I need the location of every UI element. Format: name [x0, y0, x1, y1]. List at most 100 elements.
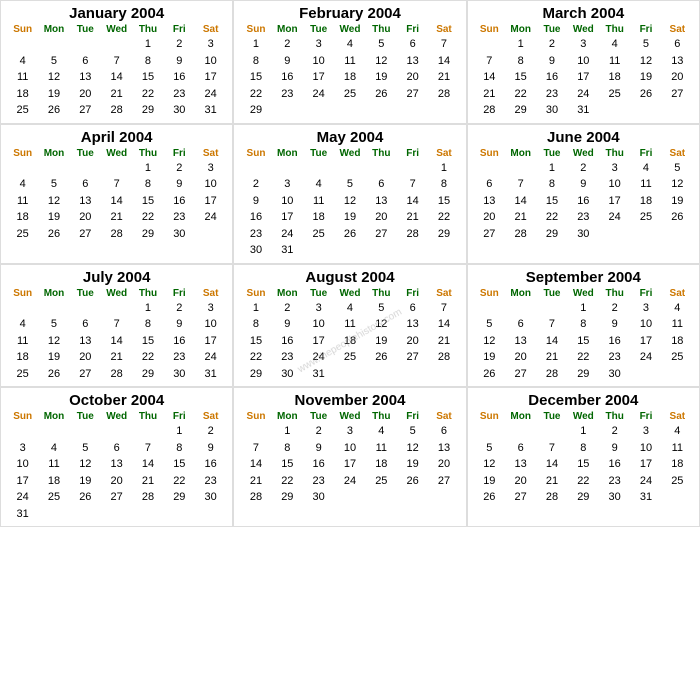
day-cell: 18	[662, 456, 693, 473]
day-cell: 20	[474, 209, 505, 226]
day-cell: 4	[303, 176, 334, 193]
day-cell: 23	[272, 349, 303, 366]
day-header-sun: Sun	[474, 288, 505, 299]
day-cell: 17	[303, 69, 334, 86]
day-cell	[366, 242, 397, 259]
day-header-sat: Sat	[195, 411, 226, 422]
day-cell: 29	[132, 102, 163, 119]
day-cell: 11	[630, 176, 661, 193]
day-cell	[397, 242, 428, 259]
day-cell: 9	[599, 316, 630, 333]
day-header-wed: Wed	[568, 288, 599, 299]
day-cell: 28	[240, 489, 271, 506]
day-cell: 28	[101, 102, 132, 119]
month-title: April 2004	[7, 129, 226, 146]
day-cell: 13	[70, 193, 101, 210]
day-cell: 4	[599, 36, 630, 53]
day-cell	[397, 102, 428, 119]
day-cell: 19	[366, 69, 397, 86]
day-cell: 6	[474, 176, 505, 193]
day-cell: 22	[164, 473, 195, 490]
day-cell: 19	[38, 349, 69, 366]
day-cell: 9	[568, 176, 599, 193]
day-cell	[70, 506, 101, 523]
day-cell: 23	[195, 473, 226, 490]
day-cell: 6	[70, 316, 101, 333]
day-cell: 5	[38, 176, 69, 193]
day-cell	[240, 160, 271, 177]
day-cell: 11	[662, 440, 693, 457]
day-cell: 27	[428, 473, 459, 490]
day-cell: 8	[568, 440, 599, 457]
day-cell: 7	[428, 300, 459, 317]
day-cell: 30	[272, 366, 303, 383]
day-cell: 16	[568, 193, 599, 210]
day-cell: 31	[195, 102, 226, 119]
month-block: July 2004SunMonTueWedThuFriSat1234567891…	[0, 264, 233, 388]
day-cell: 21	[240, 473, 271, 490]
day-cell: 26	[38, 102, 69, 119]
day-cell: 29	[428, 226, 459, 243]
day-header-wed: Wed	[568, 411, 599, 422]
month-title: May 2004	[240, 129, 459, 146]
day-cell: 25	[334, 349, 365, 366]
day-cell: 10	[195, 53, 226, 70]
day-cell: 13	[397, 316, 428, 333]
day-cell: 1	[240, 300, 271, 317]
day-cell: 9	[164, 176, 195, 193]
day-cell: 17	[7, 473, 38, 490]
day-cell: 31	[630, 489, 661, 506]
day-cell: 23	[164, 86, 195, 103]
day-cell: 10	[272, 193, 303, 210]
day-cell: 16	[599, 456, 630, 473]
day-cell: 12	[366, 53, 397, 70]
month-block: June 2004SunMonTueWedThuFriSat1234567891…	[467, 124, 700, 264]
day-cell: 11	[7, 333, 38, 350]
month-title: November 2004	[240, 392, 459, 409]
day-cell: 18	[7, 86, 38, 103]
day-header-thu: Thu	[366, 24, 397, 35]
day-cell: 25	[303, 226, 334, 243]
day-header-tue: Tue	[303, 411, 334, 422]
day-header-fri: Fri	[397, 411, 428, 422]
day-cell: 16	[240, 209, 271, 226]
day-cell: 9	[303, 440, 334, 457]
day-cell: 25	[630, 209, 661, 226]
day-cell: 26	[334, 226, 365, 243]
day-cell: 20	[101, 473, 132, 490]
day-cell: 27	[505, 489, 536, 506]
day-cell: 4	[662, 300, 693, 317]
day-cell: 26	[70, 489, 101, 506]
day-cell: 16	[303, 456, 334, 473]
day-cell	[428, 489, 459, 506]
day-cell: 17	[630, 456, 661, 473]
day-cell	[272, 160, 303, 177]
month-title: December 2004	[474, 392, 693, 409]
day-header-sat: Sat	[662, 288, 693, 299]
day-header-mon: Mon	[38, 148, 69, 159]
day-cell: 26	[366, 349, 397, 366]
day-cell	[662, 366, 693, 383]
day-cell: 6	[397, 36, 428, 53]
day-cell: 7	[101, 316, 132, 333]
day-cell	[38, 300, 69, 317]
day-cell: 23	[272, 86, 303, 103]
day-cell: 28	[474, 102, 505, 119]
day-cell: 20	[505, 473, 536, 490]
day-header-sun: Sun	[7, 148, 38, 159]
day-cell: 28	[536, 489, 567, 506]
day-cell: 13	[505, 456, 536, 473]
day-cell: 27	[70, 366, 101, 383]
day-cell: 4	[366, 423, 397, 440]
day-cell: 5	[662, 160, 693, 177]
month-block: September 2004SunMonTueWedThuFriSat12345…	[467, 264, 700, 388]
day-cell: 15	[568, 456, 599, 473]
day-cell: 15	[164, 456, 195, 473]
day-cell: 21	[428, 69, 459, 86]
day-cell: 30	[599, 489, 630, 506]
day-cell: 23	[536, 86, 567, 103]
day-cell: 17	[303, 333, 334, 350]
month-block: October 2004SunMonTueWedThuFriSat1234567…	[0, 387, 233, 527]
day-cell: 22	[132, 349, 163, 366]
day-header-mon: Mon	[38, 24, 69, 35]
